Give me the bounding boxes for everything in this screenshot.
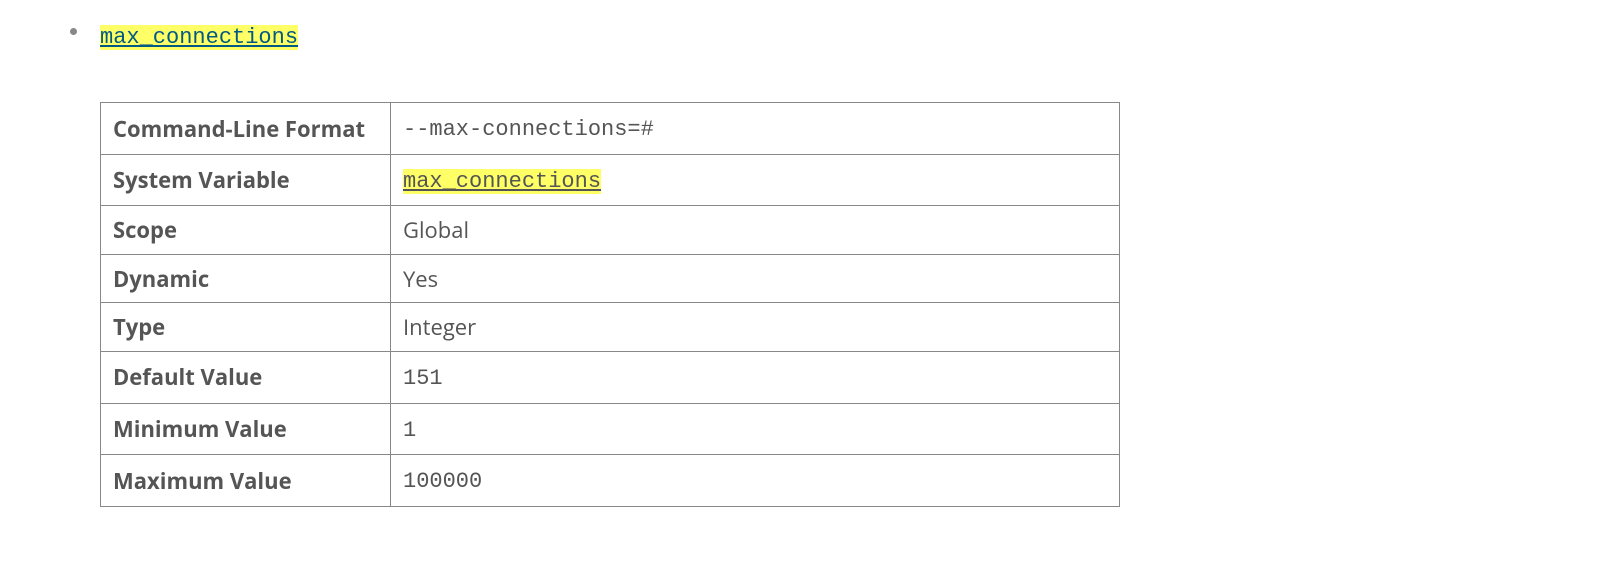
property-label: Command-Line Format: [101, 103, 391, 155]
property-value: max_connections: [391, 154, 1120, 206]
table-row: Type Integer: [101, 303, 1120, 352]
property-value: --max-connections=#: [391, 103, 1120, 155]
property-value: Global: [391, 206, 1120, 255]
maximum-value: 100000: [403, 469, 482, 494]
property-label: Scope: [101, 206, 391, 255]
property-label: Maximum Value: [101, 455, 391, 507]
table-row: System Variable max_connections: [101, 154, 1120, 206]
table-row: Default Value 151: [101, 351, 1120, 403]
type-value: Integer: [403, 312, 476, 342]
table-row: Command-Line Format --max-connections=#: [101, 103, 1120, 155]
property-label: Minimum Value: [101, 403, 391, 455]
variable-properties-table: Command-Line Format --max-connections=# …: [100, 102, 1120, 507]
system-variable-link[interactable]: max_connections: [403, 169, 601, 194]
table-row: Scope Global: [101, 206, 1120, 255]
table-row: Maximum Value 100000: [101, 455, 1120, 507]
property-value: Integer: [391, 303, 1120, 352]
property-label: Type: [101, 303, 391, 352]
property-label: Default Value: [101, 351, 391, 403]
variable-list-item: max_connections Command-Line Format --ma…: [70, 20, 1566, 507]
table-row: Minimum Value 1: [101, 403, 1120, 455]
property-value: Yes: [391, 254, 1120, 303]
table-row: Dynamic Yes: [101, 254, 1120, 303]
scope-value: Global: [403, 215, 469, 245]
property-label: System Variable: [101, 154, 391, 206]
variable-name-link[interactable]: max_connections: [100, 25, 298, 50]
property-value: 100000: [391, 455, 1120, 507]
command-line-format-value: --max-connections=#: [403, 117, 654, 142]
variable-list: max_connections Command-Line Format --ma…: [40, 20, 1566, 507]
minimum-value: 1: [403, 418, 416, 443]
default-value: 151: [403, 366, 443, 391]
property-value: 151: [391, 351, 1120, 403]
property-label: Dynamic: [101, 254, 391, 303]
dynamic-value: Yes: [403, 264, 438, 294]
property-value: 1: [391, 403, 1120, 455]
